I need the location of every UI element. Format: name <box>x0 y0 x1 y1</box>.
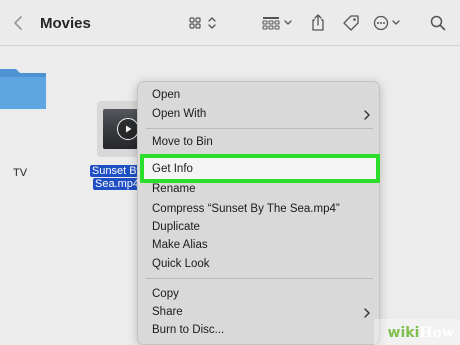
folder-label: TV <box>13 167 28 179</box>
menu-item-duplicate[interactable]: Duplicate <box>138 219 381 237</box>
icon-view-button[interactable] <box>186 0 222 46</box>
share-button[interactable] <box>308 0 328 46</box>
context-menu: Open Open With Move to Bin Get Info Rena… <box>137 81 380 345</box>
play-icon <box>117 118 139 140</box>
file-label-line1: Sunset By <box>89 165 145 177</box>
menu-item-quick-look[interactable]: Quick Look <box>138 256 381 274</box>
finder-toolbar: Movies <box>0 0 460 46</box>
chevron-right-icon <box>364 110 370 120</box>
share-icon <box>312 14 324 31</box>
watermark-logo: wikiHow <box>387 325 454 341</box>
file-label-line2: Sea.mp4 <box>92 178 142 190</box>
search-icon <box>430 15 446 31</box>
chevron-left-icon <box>14 16 22 30</box>
menu-item-compress[interactable]: Compress “Sunset By The Sea.mp4” <box>138 201 381 219</box>
menu-item-get-info[interactable]: Get Info <box>138 161 381 179</box>
window-title: Movies <box>40 14 91 32</box>
menu-item-copy[interactable]: Copy <box>138 286 381 304</box>
more-actions-button[interactable] <box>370 0 406 46</box>
menu-item-make-alias[interactable]: Make Alias <box>138 237 381 255</box>
group-view-icon <box>262 17 292 30</box>
menu-separator <box>146 278 373 279</box>
tag-button[interactable] <box>338 0 364 46</box>
tag-icon <box>343 15 359 31</box>
menu-separator <box>146 128 373 129</box>
menu-item-share[interactable]: Share <box>138 304 381 322</box>
folder-tv[interactable] <box>0 63 46 109</box>
menu-item-burn-to-disc[interactable]: Burn to Disc... <box>138 322 381 340</box>
wikihow-watermark: wikiHow <box>374 319 460 345</box>
folder-icon <box>0 69 46 109</box>
menu-item-open-with[interactable]: Open With <box>138 106 381 124</box>
menu-item-open[interactable]: Open <box>138 87 381 105</box>
group-view-button[interactable] <box>260 0 296 46</box>
grid-view-icon <box>189 17 216 29</box>
chevron-right-icon <box>364 308 370 318</box>
search-button[interactable] <box>428 0 448 46</box>
menu-item-rename[interactable]: Rename <box>138 181 381 199</box>
ellipsis-icon <box>373 15 400 31</box>
menu-item-move-to-bin[interactable]: Move to Bin <box>138 134 381 152</box>
back-button[interactable] <box>8 0 28 46</box>
